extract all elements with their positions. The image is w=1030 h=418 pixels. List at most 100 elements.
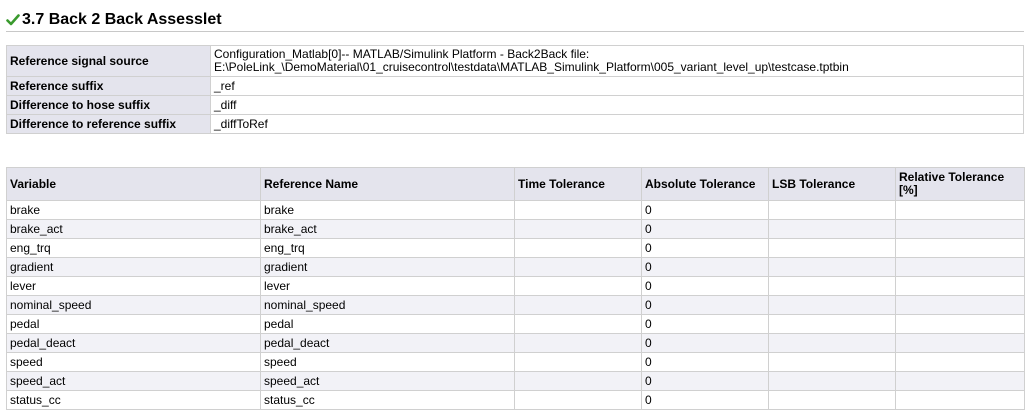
cell-time-tolerance <box>514 276 642 296</box>
cell-variable: speed_act <box>6 371 261 391</box>
table-row: gradient gradient 0 <box>6 257 1025 277</box>
cell-time-tolerance <box>514 200 642 220</box>
row-label: Difference to hose suffix <box>6 95 211 115</box>
cell-relative-tolerance <box>895 219 1025 239</box>
column-header-reference-name: Reference Name <box>260 167 515 201</box>
cell-absolute-tolerance: 0 <box>641 219 769 239</box>
cell-reference-name: pedal <box>260 314 515 334</box>
variables-table: Variable Reference Name Time Tolerance A… <box>6 167 1025 410</box>
cell-time-tolerance <box>514 257 642 277</box>
cell-lsb-tolerance <box>768 219 896 239</box>
table-row: pedal pedal 0 <box>6 314 1025 334</box>
column-header-time-tolerance: Time Tolerance <box>514 167 642 201</box>
cell-variable: pedal <box>6 314 261 334</box>
table-row: Reference signal source Configuration_Ma… <box>6 45 1024 77</box>
cell-absolute-tolerance: 0 <box>641 390 769 410</box>
reference-source-value: Configuration_Matlab[0]-- MATLAB/Simulin… <box>210 45 1024 77</box>
cell-absolute-tolerance: 0 <box>641 257 769 277</box>
cell-relative-tolerance <box>895 295 1025 315</box>
cell-time-tolerance <box>514 390 642 410</box>
cell-time-tolerance <box>514 371 642 391</box>
cell-relative-tolerance <box>895 314 1025 334</box>
table-row: pedal_deact pedal_deact 0 <box>6 333 1025 353</box>
table-row: lever lever 0 <box>6 276 1025 296</box>
cell-absolute-tolerance: 0 <box>641 314 769 334</box>
table-row: brake_act brake_act 0 <box>6 219 1025 239</box>
section-heading: 3.7 Back 2 Back Assesslet <box>6 9 222 31</box>
cell-time-tolerance <box>514 219 642 239</box>
row-label: Reference suffix <box>6 76 211 96</box>
cell-lsb-tolerance <box>768 390 896 410</box>
cell-time-tolerance <box>514 314 642 334</box>
column-header-relative-tolerance: Relative Tolerance [%] <box>895 167 1025 201</box>
row-label: Reference signal source <box>6 45 211 77</box>
table-row: brake brake 0 <box>6 200 1025 220</box>
cell-lsb-tolerance <box>768 314 896 334</box>
cell-relative-tolerance <box>895 390 1025 410</box>
table-row: speed_act speed_act 0 <box>6 371 1025 391</box>
cell-reference-name: eng_trq <box>260 238 515 258</box>
cell-reference-name: status_cc <box>260 390 515 410</box>
cell-lsb-tolerance <box>768 200 896 220</box>
cell-absolute-tolerance: 0 <box>641 352 769 372</box>
cell-variable: brake <box>6 200 261 220</box>
cell-reference-name: speed <box>260 352 515 372</box>
cell-relative-tolerance <box>895 333 1025 353</box>
row-value: _diffToRef <box>210 114 1024 134</box>
cell-absolute-tolerance: 0 <box>641 295 769 315</box>
cell-relative-tolerance <box>895 257 1025 277</box>
configuration-table: Reference signal source Configuration_Ma… <box>6 45 1024 134</box>
cell-time-tolerance <box>514 295 642 315</box>
cell-lsb-tolerance <box>768 352 896 372</box>
reference-source-path: E:\PoleLink_\DemoMaterial\01_cruisecontr… <box>214 60 849 74</box>
cell-time-tolerance <box>514 352 642 372</box>
heading-divider <box>6 31 1024 32</box>
cell-absolute-tolerance: 0 <box>641 238 769 258</box>
cell-reference-name: brake <box>260 200 515 220</box>
column-header-absolute-tolerance: Absolute Tolerance <box>641 167 769 201</box>
cell-reference-name: gradient <box>260 257 515 277</box>
row-value: _diff <box>210 95 1024 115</box>
cell-relative-tolerance <box>895 371 1025 391</box>
cell-relative-tolerance <box>895 238 1025 258</box>
cell-variable: status_cc <box>6 390 261 410</box>
cell-lsb-tolerance <box>768 295 896 315</box>
variables-table-body: brake brake 0 brake_act brake_act 0 eng_trq eng… <box>6 200 1025 410</box>
cell-reference-name: lever <box>260 276 515 296</box>
cell-reference-name: brake_act <box>260 219 515 239</box>
cell-absolute-tolerance: 0 <box>641 200 769 220</box>
table-row: Difference to hose suffix _diff <box>6 95 1024 115</box>
cell-variable: gradient <box>6 257 261 277</box>
table-row: eng_trq eng_trq 0 <box>6 238 1025 258</box>
cell-lsb-tolerance <box>768 276 896 296</box>
cell-absolute-tolerance: 0 <box>641 333 769 353</box>
cell-absolute-tolerance: 0 <box>641 276 769 296</box>
cell-variable: nominal_speed <box>6 295 261 315</box>
cell-time-tolerance <box>514 333 642 353</box>
table-row: Reference suffix _ref <box>6 76 1024 96</box>
cell-variable: speed <box>6 352 261 372</box>
cell-lsb-tolerance <box>768 333 896 353</box>
column-header-variable: Variable <box>6 167 261 201</box>
cell-lsb-tolerance <box>768 371 896 391</box>
row-label: Difference to reference suffix <box>6 114 211 134</box>
check-icon <box>6 14 20 26</box>
cell-relative-tolerance <box>895 352 1025 372</box>
table-row: Difference to reference suffix _diffToRe… <box>6 114 1024 134</box>
cell-variable: eng_trq <box>6 238 261 258</box>
column-header-lsb-tolerance: LSB Tolerance <box>768 167 896 201</box>
cell-lsb-tolerance <box>768 257 896 277</box>
cell-relative-tolerance <box>895 276 1025 296</box>
table-header-row: Variable Reference Name Time Tolerance A… <box>6 167 1025 201</box>
cell-variable: pedal_deact <box>6 333 261 353</box>
cell-relative-tolerance <box>895 200 1025 220</box>
table-row: status_cc status_cc 0 <box>6 390 1025 410</box>
cell-reference-name: pedal_deact <box>260 333 515 353</box>
cell-variable: brake_act <box>6 219 261 239</box>
cell-variable: lever <box>6 276 261 296</box>
cell-reference-name: nominal_speed <box>260 295 515 315</box>
cell-reference-name: speed_act <box>260 371 515 391</box>
cell-absolute-tolerance: 0 <box>641 371 769 391</box>
table-row: nominal_speed nominal_speed 0 <box>6 295 1025 315</box>
row-value: _ref <box>210 76 1024 96</box>
